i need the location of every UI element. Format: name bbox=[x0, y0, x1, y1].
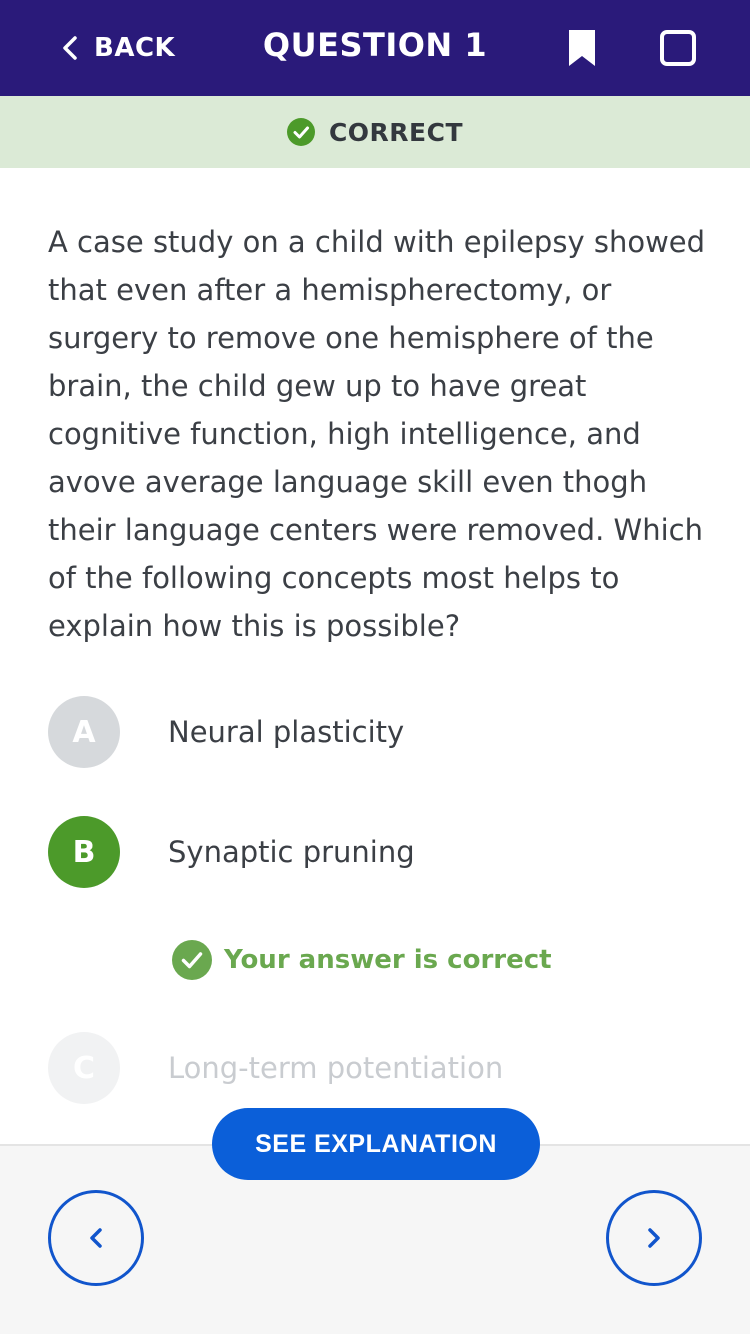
option-letter-badge: C bbox=[48, 1032, 120, 1104]
chevron-right-icon bbox=[648, 1228, 660, 1248]
chevron-left-icon bbox=[90, 1228, 102, 1248]
checkbox-icon[interactable] bbox=[660, 30, 696, 66]
bookmark-icon[interactable] bbox=[566, 28, 598, 68]
next-question-button[interactable] bbox=[606, 1190, 702, 1286]
check-circle-icon bbox=[172, 940, 212, 980]
option-letter-badge: A bbox=[48, 696, 120, 768]
check-circle-icon bbox=[286, 118, 315, 146]
previous-question-button[interactable] bbox=[48, 1190, 144, 1286]
option-text: Long-term potentiation bbox=[168, 1051, 504, 1085]
answer-option-b[interactable]: B Synaptic pruning bbox=[48, 816, 708, 888]
see-explanation-button[interactable]: SEE EXPLANATION bbox=[212, 1108, 540, 1180]
answer-option-c[interactable]: C Long-term potentiation bbox=[48, 1032, 708, 1104]
back-button[interactable]: BACK bbox=[60, 28, 175, 68]
option-letter-badge: B bbox=[48, 816, 120, 888]
result-status: CORRECT bbox=[328, 117, 464, 147]
answer-feedback: Your answer is correct bbox=[172, 940, 552, 980]
option-text: Neural plasticity bbox=[168, 715, 405, 749]
option-text: Synaptic pruning bbox=[168, 835, 415, 869]
top-bar: BACK QUESTION 1 bbox=[0, 0, 750, 96]
result-banner: CORRECT bbox=[0, 96, 750, 168]
back-label: BACK bbox=[94, 33, 176, 63]
chevron-left-icon bbox=[63, 36, 77, 60]
answer-option-a[interactable]: A Neural plasticity bbox=[48, 696, 708, 768]
feedback-text: Your answer is correct bbox=[224, 945, 552, 975]
question-text: A case study on a child with epilepsy sh… bbox=[48, 225, 706, 643]
